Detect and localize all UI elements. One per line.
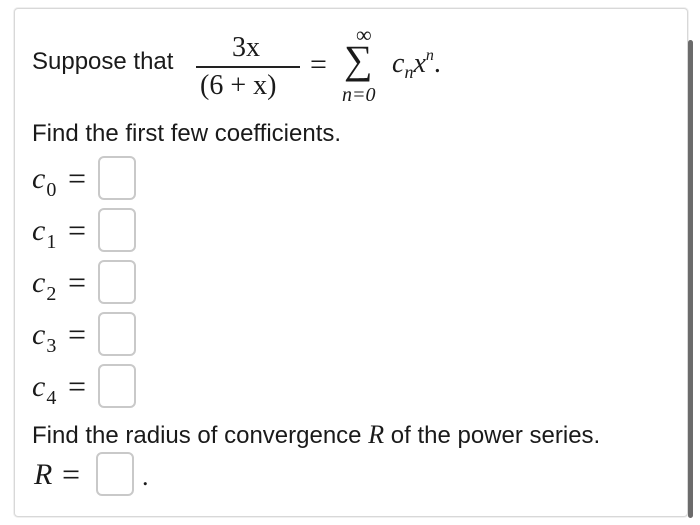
coefficient-letter: c <box>32 266 46 299</box>
coefficient-index: 3 <box>46 335 57 357</box>
coefficient-equals: = <box>68 316 87 352</box>
radius-instruction-text: Find the radius of convergence <box>32 422 362 449</box>
coefficient-equals: = <box>68 212 87 248</box>
coefficient-label: c1 <box>32 214 56 253</box>
coefficient-label: c0 <box>32 162 56 201</box>
scrollbar[interactable] <box>688 40 693 518</box>
coefficient-label: c4 <box>32 370 56 409</box>
term-period: . <box>433 48 441 79</box>
problem-intro: Suppose that <box>32 48 174 75</box>
coefficient-equals: = <box>68 264 87 300</box>
radius-answer-input[interactable] <box>96 452 134 496</box>
coefficient-letter: c <box>32 162 46 195</box>
radius-period: . <box>142 462 149 491</box>
c0-answer-input[interactable] <box>98 156 136 200</box>
c3-answer-input[interactable] <box>98 312 136 356</box>
coefficient-letter: c <box>32 214 46 247</box>
term-x-superscript: n <box>425 47 434 64</box>
coefficient-index: 0 <box>46 179 57 201</box>
radius-row: R = . <box>32 452 232 502</box>
equals-sign: = <box>310 48 327 81</box>
term-c-subscript: n <box>404 62 414 82</box>
coefficients-instruction: Find the first few coefficients. <box>32 120 342 147</box>
coefficient-equals: = <box>68 368 87 404</box>
coefficient-letter: c <box>32 318 46 351</box>
term-x: x <box>413 48 426 79</box>
fraction-numerator: 3x <box>232 32 260 64</box>
c2-answer-input[interactable] <box>98 260 136 304</box>
coefficient-label: c2 <box>32 266 56 305</box>
coefficient-index: 1 <box>46 231 57 253</box>
radius-instruction-tail: of the power series. <box>390 422 601 449</box>
term-c: c <box>392 48 405 79</box>
sum-lower-limit: n=0 <box>342 84 376 106</box>
numerator-text: 3x <box>232 32 260 63</box>
radius-instruction: Find the radius of convergence R of the … <box>32 420 600 450</box>
c4-answer-input[interactable] <box>98 364 136 408</box>
fraction-bar <box>196 66 300 68</box>
coefficient-label: c3 <box>32 318 56 357</box>
sigma-symbol: ∑ <box>344 37 373 82</box>
coefficient-index: 2 <box>46 283 57 305</box>
coefficient-letter: c <box>32 370 46 403</box>
coefficient-equals: = <box>68 160 87 196</box>
coefficient-index: 4 <box>46 387 57 409</box>
radius-label: R <box>34 458 53 491</box>
c1-answer-input[interactable] <box>98 208 136 252</box>
fraction-denominator: (6 + x) <box>200 70 277 101</box>
radius-equals: = <box>62 456 81 492</box>
series-term: cnxn. <box>392 47 441 82</box>
radius-variable: R <box>368 420 385 449</box>
